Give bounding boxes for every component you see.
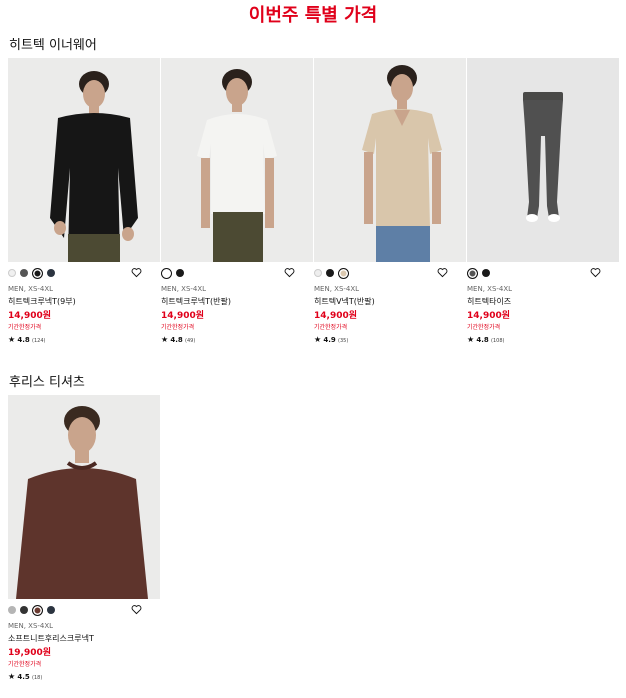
color-swatch[interactable]: [20, 606, 28, 614]
promo-label: 기간한정가격: [467, 324, 501, 331]
product-grid: MEN, XS-4XL 소프트니트후리스크루넥T 19,900원 기간한정가격 …: [0, 395, 626, 681]
product-name[interactable]: 히트텍V넥T(반팔): [314, 296, 466, 307]
product-rating: ★ 4.8 (108): [467, 335, 619, 344]
color-swatch[interactable]: [47, 269, 55, 277]
rating-value: 4.9: [323, 336, 336, 344]
product-meta: MEN, XS-4XL: [314, 285, 360, 293]
promo-label: 기간한정가격: [8, 324, 42, 331]
product-name[interactable]: 히트텍크루넥T(9부): [8, 296, 160, 307]
product-price: 19,900원: [8, 648, 52, 658]
product-rating: ★ 4.5 (18): [8, 672, 160, 681]
star-icon: ★: [161, 335, 169, 344]
product-card[interactable]: MEN, XS-4XL 소프트니트후리스크루넥T 19,900원 기간한정가격 …: [8, 395, 160, 681]
color-swatches: [314, 264, 466, 282]
color-swatch[interactable]: [8, 606, 16, 614]
review-count: (35): [338, 338, 349, 344]
heart-outline-icon[interactable]: [437, 267, 448, 278]
product-price: 14,900원: [467, 311, 511, 321]
color-swatches: [8, 601, 160, 619]
product-image[interactable]: [8, 58, 160, 262]
product-price: 14,900원: [314, 311, 358, 321]
rating-value: 4.8: [476, 336, 489, 344]
product-card[interactable]: MEN, XS-4XL 히트텍V넥T(반팔) 14,900원 기간한정가격 ★ …: [314, 58, 466, 344]
color-swatches: [467, 264, 619, 282]
promo-label: 기간한정가격: [8, 661, 42, 668]
page-title: 이번주 특별 가격: [248, 5, 378, 26]
product-meta: MEN, XS-4XL: [8, 285, 54, 293]
review-count: (49): [185, 338, 196, 344]
section-fleece: 후리스 티셔츠 MEN, XS-4XL 소프트니트후리스크루넥T 19,900원…: [0, 374, 626, 681]
product-rating: ★ 4.8 (49): [161, 335, 313, 344]
section-title: 히트텍 이너웨어: [9, 38, 97, 53]
product-price: 14,900원: [8, 311, 52, 321]
star-icon: ★: [8, 672, 16, 681]
color-swatch-selected[interactable]: [32, 604, 43, 616]
product-meta: MEN, XS-4XL: [8, 622, 54, 630]
color-swatch[interactable]: [20, 269, 28, 277]
star-icon: ★: [8, 335, 16, 344]
color-swatch[interactable]: [314, 269, 322, 277]
star-icon: ★: [314, 335, 322, 344]
heart-outline-icon[interactable]: [131, 604, 142, 615]
product-image[interactable]: [467, 58, 619, 262]
color-swatch[interactable]: [326, 269, 334, 277]
color-swatch[interactable]: [47, 606, 55, 614]
section-heattech: 히트텍 이너웨어 MEN, XS-4XL 히트텍크루넥T(9부) 14,900원…: [0, 37, 626, 344]
heart-outline-icon[interactable]: [284, 267, 295, 278]
color-swatch-selected[interactable]: [338, 267, 349, 279]
product-meta: MEN, XS-4XL: [161, 285, 207, 293]
heart-outline-icon[interactable]: [131, 267, 142, 278]
color-swatch[interactable]: [176, 269, 184, 277]
product-rating: ★ 4.9 (35): [314, 335, 466, 344]
product-meta: MEN, XS-4XL: [467, 285, 513, 293]
color-swatches: [161, 264, 313, 282]
product-image[interactable]: [161, 58, 313, 262]
color-swatch-selected[interactable]: [161, 267, 172, 279]
rating-value: 4.5: [17, 673, 30, 681]
star-icon: ★: [467, 335, 475, 344]
color-swatch[interactable]: [482, 269, 490, 277]
promo-label: 기간한정가격: [161, 324, 195, 331]
product-card[interactable]: MEN, XS-4XL 히트텍크루넥T(반팔) 14,900원 기간한정가격 ★…: [161, 58, 313, 344]
color-swatch[interactable]: [8, 269, 16, 277]
product-card[interactable]: MEN, XS-4XL 히트텍크루넥T(9부) 14,900원 기간한정가격 ★…: [8, 58, 160, 344]
color-swatch-selected[interactable]: [467, 267, 478, 279]
review-count: (18): [32, 675, 43, 681]
rating-value: 4.8: [170, 336, 183, 344]
color-swatches: [8, 264, 160, 282]
review-count: (124): [32, 338, 46, 344]
product-image[interactable]: [314, 58, 466, 262]
product-name[interactable]: 히트텍타이즈: [467, 296, 619, 307]
review-count: (108): [491, 338, 505, 344]
color-swatch-selected[interactable]: [32, 267, 43, 279]
promo-label: 기간한정가격: [314, 324, 348, 331]
product-name[interactable]: 소프트니트후리스크루넥T: [8, 633, 160, 644]
product-image[interactable]: [8, 395, 160, 599]
heart-outline-icon[interactable]: [590, 267, 601, 278]
section-title: 후리스 티셔츠: [9, 375, 85, 390]
product-price: 14,900원: [161, 311, 205, 321]
product-name[interactable]: 히트텍크루넥T(반팔): [161, 296, 313, 307]
product-rating: ★ 4.8 (124): [8, 335, 160, 344]
rating-value: 4.8: [17, 336, 30, 344]
product-grid: MEN, XS-4XL 히트텍크루넥T(9부) 14,900원 기간한정가격 ★…: [0, 58, 626, 344]
product-card[interactable]: MEN, XS-4XL 히트텍타이즈 14,900원 기간한정가격 ★ 4.8 …: [467, 58, 619, 344]
